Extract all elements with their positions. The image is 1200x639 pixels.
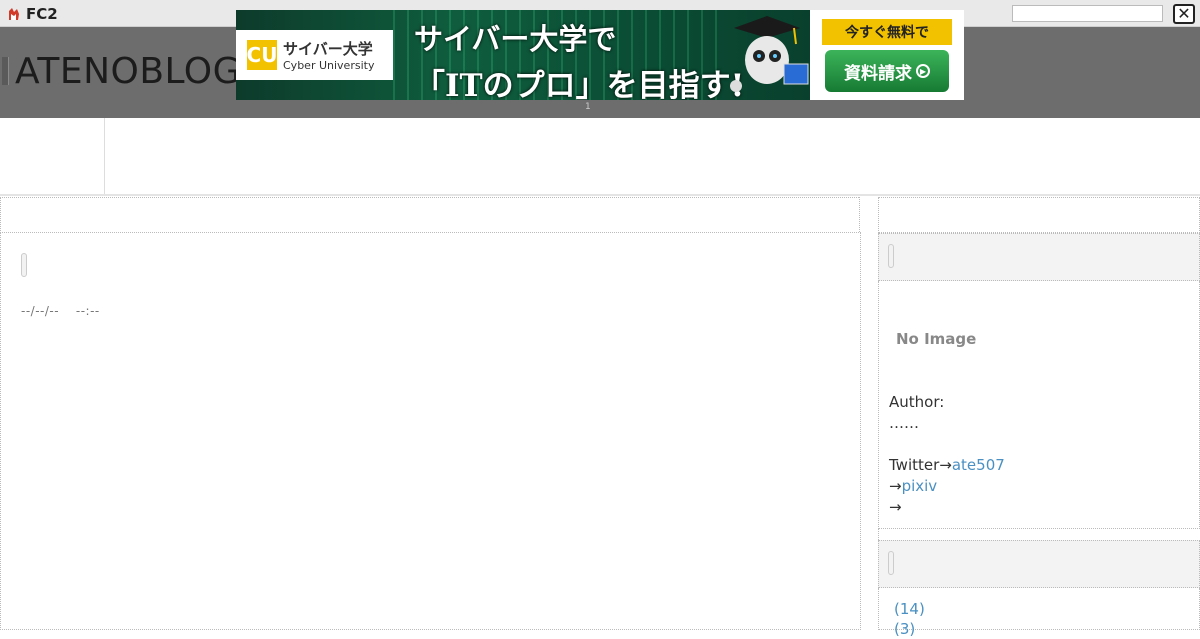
post-date-time: --/--/-- --:-- [21, 304, 100, 318]
ad-logo-en: Cyber University [283, 59, 375, 72]
pixiv-prefix: → [889, 477, 902, 495]
profile-text: Author: …… Twitter→ate507 →pixiv → [889, 392, 1005, 518]
ad-cta-panel[interactable]: 今すぐ無料で 資料請求 ▶ [810, 10, 964, 100]
categories-box [878, 588, 1200, 630]
categories-heading [878, 540, 1200, 588]
category-item[interactable]: (3) [894, 620, 915, 638]
twitter-link[interactable]: ate507 [952, 456, 1005, 474]
ad-logo: CU サイバー大学 Cyber University [236, 30, 393, 80]
ad-cta-ribbon: 今すぐ無料で [822, 19, 952, 45]
author-label: Author: [889, 393, 945, 411]
profile-heading [878, 233, 1200, 281]
ad-headline-line2: 「ITのプロ」を目指す! [414, 68, 745, 100]
category-list: (14) (3) [894, 599, 925, 639]
global-nav [0, 118, 1200, 196]
category-item[interactable]: (14) [894, 600, 925, 618]
profile-no-image: No Image [896, 330, 977, 348]
fc2-logo-text: FC2 [26, 5, 58, 23]
robot-graduate-icon [730, 16, 809, 92]
twitter-line: Twitter→ate507 [889, 455, 1005, 476]
main-top-box [0, 197, 861, 233]
pixiv-link[interactable]: pixiv [902, 477, 938, 495]
fc2-search-input[interactable] [1012, 5, 1163, 22]
close-icon[interactable]: ✕ [1173, 4, 1195, 24]
extra-arrow: → [889, 498, 902, 516]
post-title-marker [21, 253, 27, 277]
categories-heading-marker [888, 551, 894, 575]
ad-headline: サイバー大学で 「ITのプロ」を目指す! [414, 16, 744, 100]
ad-banner[interactable]: CU サイバー大学 Cyber University サイバー大学で 「ITのプ… [236, 10, 964, 100]
ad-logo-jp: サイバー大学 [283, 40, 373, 58]
fc2-logo[interactable]: FC2 [6, 5, 58, 23]
main-gap [859, 197, 879, 630]
author-name: …… [889, 414, 919, 432]
blog-title[interactable]: ATENOBLOG [15, 51, 241, 92]
ad-counter: 1 [585, 102, 591, 112]
profile-heading-marker [888, 244, 894, 268]
ad-logo-mark: CU [247, 40, 277, 70]
pixiv-line: →pixiv [889, 476, 1005, 497]
twitter-prefix: Twitter→ [889, 456, 952, 474]
ad-headline-line1: サイバー大学で [414, 22, 617, 56]
sidebar-top-box [878, 197, 1200, 233]
ad-request-button[interactable]: 資料請求 ▶ [825, 50, 949, 92]
post-entry [0, 232, 861, 630]
play-circle-icon: ▶ [916, 64, 930, 78]
ad-request-button-label: 資料請求 [844, 63, 912, 84]
header-accent-bar [2, 57, 9, 85]
nav-tab[interactable] [0, 118, 105, 194]
fc2-logo-icon [9, 8, 19, 20]
